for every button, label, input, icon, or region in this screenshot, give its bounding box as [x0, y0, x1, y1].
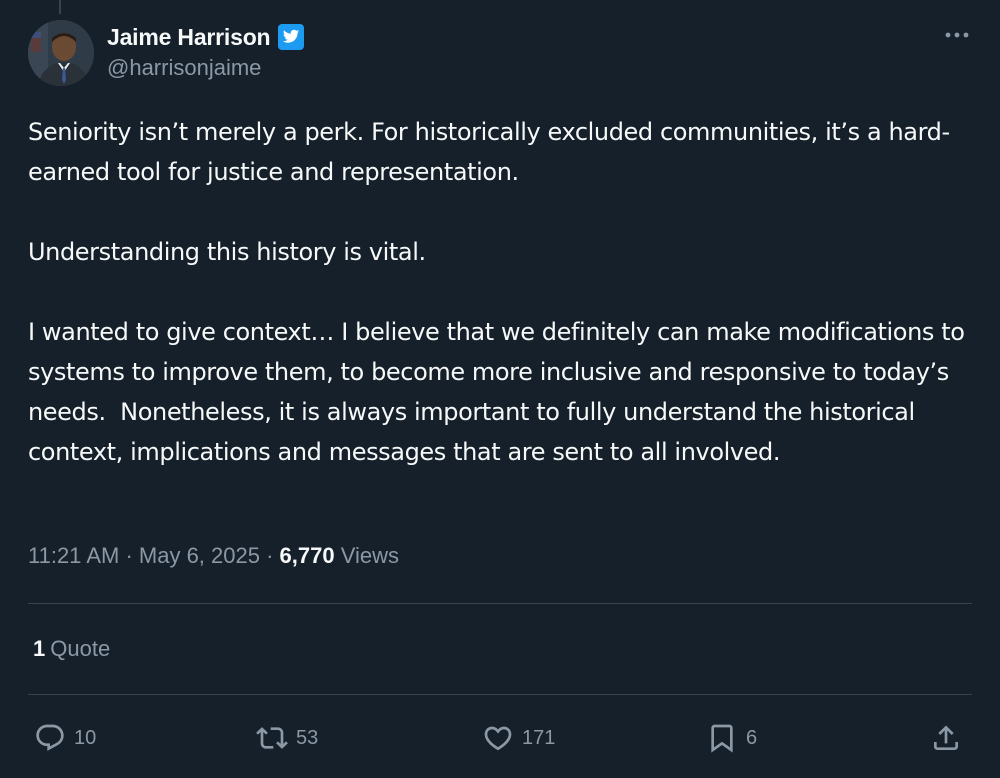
meta-separator: · — [119, 543, 139, 568]
retweet-button[interactable]: 53 — [256, 718, 318, 758]
share-button[interactable] — [930, 718, 962, 758]
tweet-paragraph: I wanted to give context… I believe that… — [28, 318, 972, 466]
views-count: 6,770 — [279, 543, 335, 568]
author-names: Jaime Harrison @harrisonjaime — [107, 20, 305, 81]
display-name[interactable]: Jaime Harrison — [107, 24, 271, 51]
tweet-date[interactable]: May 6, 2025 — [139, 543, 260, 568]
more-dots-icon — [945, 32, 969, 38]
author-handle[interactable]: @harrisonjaime — [107, 55, 305, 81]
tweet-header: Jaime Harrison @harrisonjaime — [28, 20, 972, 90]
avatar[interactable] — [28, 20, 94, 86]
views-label: Views — [334, 543, 399, 568]
reply-count: 10 — [74, 726, 97, 749]
avatar-image — [28, 20, 94, 86]
like-count: 171 — [522, 726, 556, 749]
retweet-count: 53 — [296, 726, 319, 749]
retweet-icon — [256, 727, 288, 749]
bookmark-icon — [711, 724, 733, 753]
more-options-button[interactable] — [942, 24, 972, 46]
verified-badge-icon — [277, 23, 305, 51]
share-icon — [934, 725, 958, 750]
tweet-paragraph: Seniority isn’t merely a perk. For histo… — [28, 118, 950, 186]
thread-connector-line — [59, 0, 61, 14]
reply-button[interactable]: 10 — [34, 718, 96, 758]
quote-label: Quote — [50, 636, 111, 661]
bookmark-count: 6 — [746, 726, 758, 749]
tweet-time[interactable]: 11:21 AM — [28, 543, 119, 568]
bookmark-button[interactable]: 6 — [706, 718, 757, 758]
tweet-text: Seniority isn’t merely a perk. For histo… — [28, 112, 978, 472]
like-button[interactable]: 171 — [482, 718, 555, 758]
heart-icon — [484, 726, 512, 751]
meta-separator: · — [259, 543, 280, 568]
tweet-paragraph: Understanding this history is vital. — [28, 238, 426, 266]
reply-icon — [36, 724, 64, 751]
tweet-meta: 11:21 AM · May 6, 2025 · 6,770 Views — [28, 543, 399, 569]
divider — [28, 694, 972, 695]
quotes-link[interactable]: 1 Quote — [33, 636, 110, 662]
quote-count: 1 — [33, 636, 46, 661]
display-name-row: Jaime Harrison — [107, 20, 305, 54]
divider — [28, 603, 972, 604]
action-bar: 10 53 171 6 — [28, 718, 972, 758]
